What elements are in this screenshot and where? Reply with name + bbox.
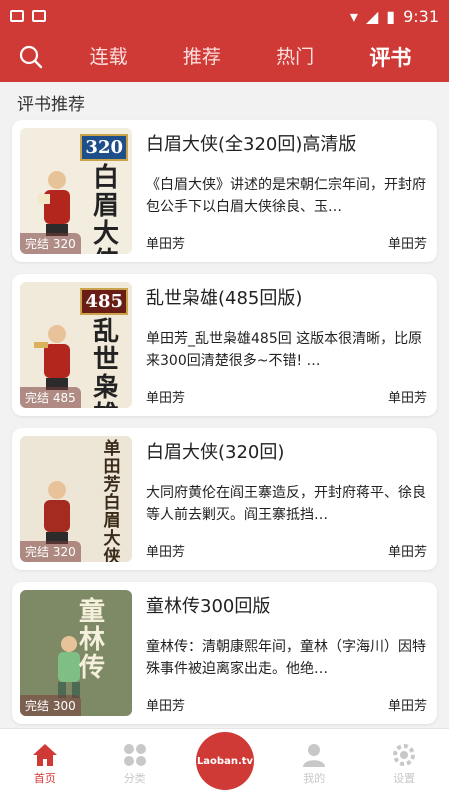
storyteller-figure <box>38 171 70 236</box>
book-title: 童林传300回版 <box>146 596 271 617</box>
search-icon <box>19 45 43 69</box>
cover-title: 单田芳白眉大侠 <box>103 439 121 562</box>
book-narrator: 单田芳 <box>387 237 427 252</box>
book-description: 童林传：清朝康熙年间，童林（字海川）因特殊事件被迫离家出走。他绝… <box>146 639 426 677</box>
tab-popular[interactable]: 热门 <box>270 38 320 76</box>
status-time: 9:31 <box>403 6 439 26</box>
list-item[interactable]: 单田芳白眉大侠 完结 320 白眉大侠(320回) 大同府黄伦在阎王寨造反，开封… <box>12 428 437 570</box>
book-author: 单田芳 <box>146 237 186 252</box>
storyteller-figure <box>44 481 70 544</box>
cover-episode-count: 320 <box>80 134 128 161</box>
nav-home[interactable]: 首页 <box>0 743 90 786</box>
signal-icon: ◢ <box>365 6 379 26</box>
cover-title: 乱世枭雄 <box>92 317 119 408</box>
nav-settings-label: 设置 <box>393 772 416 785</box>
book-title: 乱世枭雄(485回版) <box>146 288 303 309</box>
gear-icon <box>393 744 416 766</box>
category-tabs: 连载 推荐 热门 评书 <box>62 38 449 76</box>
nav-category[interactable]: 分类 <box>90 743 180 786</box>
tab-recommend[interactable]: 推荐 <box>177 38 227 76</box>
category-grid-icon <box>123 744 146 766</box>
cover-episode-count: 485 <box>80 288 128 315</box>
battery-icon: ▮ <box>386 6 396 26</box>
status-badge: 完结 320 <box>20 541 81 562</box>
tab-serial[interactable]: 连载 <box>84 38 134 76</box>
top-nav: 连载 推荐 热门 评书 <box>0 32 449 82</box>
nav-profile-label: 我的 <box>303 772 326 785</box>
image-notification-icon <box>10 10 24 22</box>
status-badge: 完结 320 <box>20 233 81 254</box>
section-title: 评书推荐 <box>17 95 85 115</box>
list-item[interactable]: 320 白眉大侠 完结 320 白眉大侠(全320回)高清版 《白眉大侠》讲述的… <box>12 120 437 262</box>
book-author: 单田芳 <box>146 699 186 714</box>
list-item[interactable]: 485 乱世枭雄 完结 485 乱世枭雄(485回版) 单田芳_乱世枭雄485回… <box>12 274 437 416</box>
nav-profile[interactable]: 我的 <box>269 743 359 786</box>
status-badge: 完结 485 <box>20 387 81 408</box>
book-description: 大同府黄伦在阎王寨造反，开封府蒋平、徐良等人前去剿灭。阎王寨抵挡… <box>146 485 426 523</box>
book-author: 单田芳 <box>146 391 186 406</box>
book-cover: 童林传 完结 300 <box>20 590 132 716</box>
book-description: 单田芳_乱世枭雄485回 这版本很清晰，比原来300回清楚很多~不错! … <box>146 331 423 369</box>
home-icon <box>32 744 57 766</box>
book-description: 《白眉大侠》讲述的是宋朝仁宗年间，开封府包公手下以白眉大侠徐良、玉… <box>146 177 426 215</box>
player-logo-button[interactable]: Laoban.tv <box>196 732 254 790</box>
nav-settings[interactable]: 设置 <box>359 743 449 786</box>
search-button[interactable] <box>0 32 62 82</box>
book-cover: 485 乱世枭雄 完结 485 <box>20 282 132 408</box>
cover-title: 童林传 <box>78 597 105 683</box>
book-narrator: 单田芳 <box>387 545 427 560</box>
book-narrator: 单田芳 <box>387 391 427 406</box>
status-bar: ▾ ◢ ▮ 9:31 <box>0 0 449 32</box>
book-title: 白眉大侠(320回) <box>146 442 285 463</box>
tab-pingshu[interactable]: 评书 <box>363 38 417 76</box>
logo-text: Laoban.tv <box>196 755 254 767</box>
storyteller-figure <box>34 325 70 390</box>
book-cover: 320 白眉大侠 完结 320 <box>20 128 132 254</box>
list-item[interactable]: 童林传 完结 300 童林传300回版 童林传：清朝康熙年间，童林（字海川）因特… <box>12 582 437 724</box>
status-badge: 完结 300 <box>20 695 81 716</box>
nav-home-label: 首页 <box>33 772 56 785</box>
book-title: 白眉大侠(全320回)高清版 <box>146 134 357 155</box>
app-notification-icon <box>32 10 46 22</box>
book-narrator: 单田芳 <box>387 699 427 714</box>
cover-title: 白眉大侠 <box>92 163 119 254</box>
user-icon <box>303 744 326 767</box>
book-cover: 单田芳白眉大侠 完结 320 <box>20 436 132 562</box>
book-author: 单田芳 <box>146 545 186 560</box>
wifi-icon: ▾ <box>349 6 358 26</box>
nav-category-label: 分类 <box>123 772 146 785</box>
